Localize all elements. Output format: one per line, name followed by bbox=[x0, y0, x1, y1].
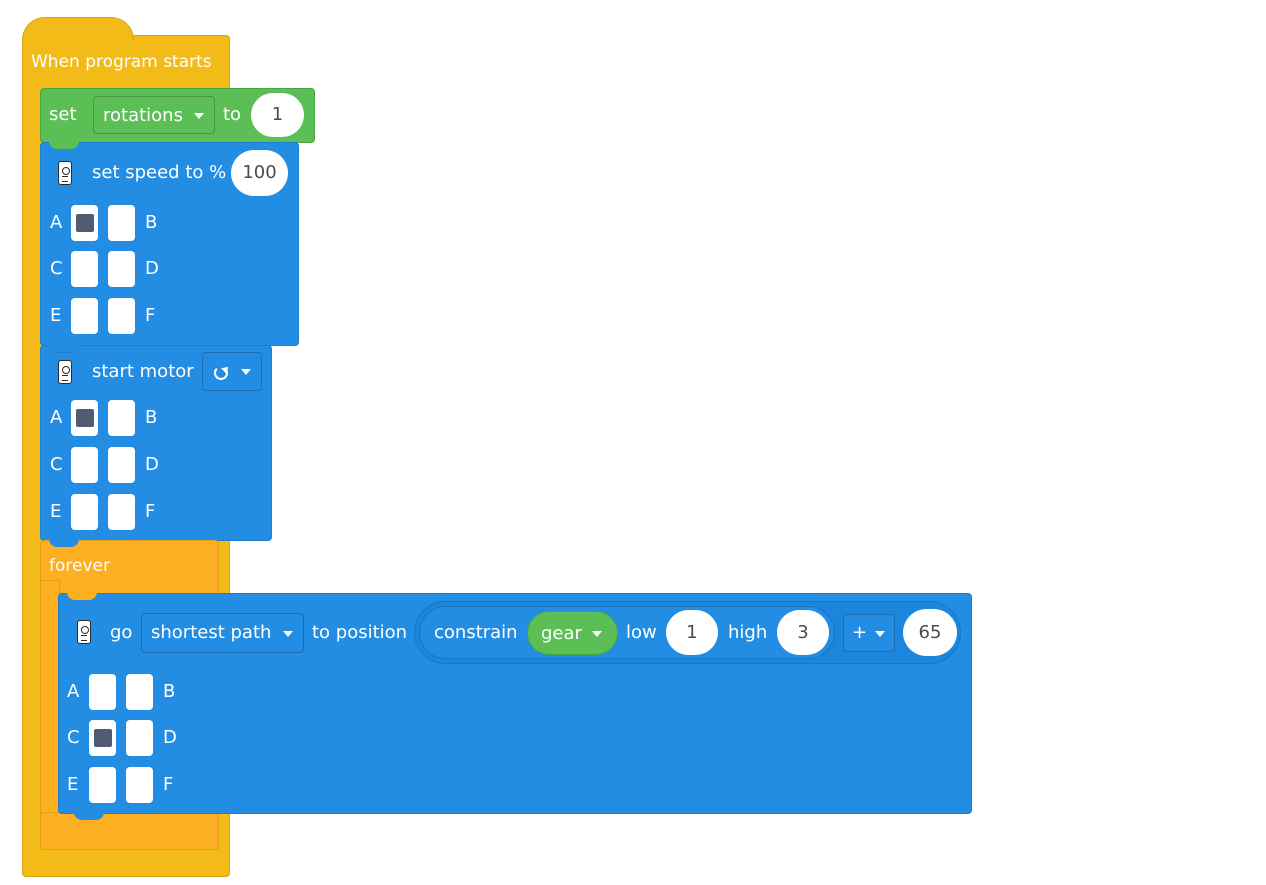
port-f-checkbox[interactable] bbox=[126, 767, 153, 803]
go-label: go bbox=[110, 622, 133, 643]
chevron-down-icon bbox=[241, 369, 251, 375]
port-label-f: F bbox=[145, 305, 156, 326]
motor-hub-icon bbox=[58, 161, 72, 185]
variable-value-input[interactable]: 1 bbox=[251, 93, 304, 137]
port-label-f: F bbox=[145, 501, 156, 522]
chevron-down-icon bbox=[194, 113, 204, 119]
port-d-checkbox[interactable] bbox=[108, 251, 135, 287]
port-label-c: C bbox=[50, 454, 63, 475]
chevron-down-icon bbox=[592, 631, 602, 637]
port-a-checkbox[interactable] bbox=[71, 400, 98, 436]
port-label-b: B bbox=[145, 212, 158, 233]
rotate-clockwise-icon bbox=[214, 366, 228, 380]
low-value-input[interactable]: 1 bbox=[666, 610, 718, 655]
port-label-e: E bbox=[50, 305, 62, 326]
port-label-d: D bbox=[145, 454, 159, 475]
block-notch-bottom bbox=[74, 812, 104, 820]
port-e-checkbox[interactable] bbox=[89, 767, 116, 803]
port-label-a: A bbox=[50, 407, 63, 428]
high-label: high bbox=[728, 622, 768, 643]
port-b-checkbox[interactable] bbox=[108, 205, 135, 241]
port-label-a: A bbox=[50, 212, 63, 233]
event-block-label: When program starts bbox=[31, 52, 212, 72]
port-label-d: D bbox=[163, 727, 177, 748]
motor-hub-icon bbox=[58, 360, 72, 384]
direction-dropdown[interactable] bbox=[202, 352, 262, 391]
port-d-checkbox[interactable] bbox=[126, 720, 153, 756]
path-dropdown-value: shortest path bbox=[151, 622, 272, 643]
port-c-checkbox[interactable] bbox=[89, 720, 116, 756]
path-dropdown[interactable]: shortest path bbox=[141, 613, 304, 653]
port-f-checkbox[interactable] bbox=[108, 494, 135, 530]
speed-value-input[interactable]: 100 bbox=[231, 150, 288, 196]
event-block-cap bbox=[22, 17, 134, 40]
high-value-input[interactable]: 3 bbox=[777, 610, 829, 655]
port-b-checkbox[interactable] bbox=[108, 400, 135, 436]
start-motor-label: start motor bbox=[92, 361, 194, 382]
port-label-b: B bbox=[163, 681, 176, 702]
forever-label: forever bbox=[49, 556, 110, 576]
set-label: set bbox=[49, 104, 77, 125]
port-a-checkbox[interactable] bbox=[89, 674, 116, 710]
block-notch bbox=[49, 141, 79, 149]
chevron-down-icon bbox=[283, 631, 293, 637]
port-b-checkbox[interactable] bbox=[126, 674, 153, 710]
block-notch bbox=[49, 344, 79, 353]
constrain-label: constrain bbox=[434, 622, 518, 643]
port-label-e: E bbox=[50, 501, 62, 522]
block-notch bbox=[67, 592, 97, 600]
low-label: low bbox=[626, 622, 657, 643]
port-e-checkbox[interactable] bbox=[71, 298, 98, 334]
gear-variable-value: gear bbox=[541, 623, 582, 644]
variable-dropdown-value: rotations bbox=[103, 105, 183, 126]
port-label-e: E bbox=[67, 774, 79, 795]
port-label-d: D bbox=[145, 258, 159, 279]
port-label-f: F bbox=[163, 774, 174, 795]
port-e-checkbox[interactable] bbox=[71, 494, 98, 530]
forever-block-bottom bbox=[40, 812, 219, 850]
port-a-checkbox[interactable] bbox=[71, 205, 98, 241]
port-label-c: C bbox=[50, 258, 63, 279]
variable-dropdown[interactable]: rotations bbox=[93, 96, 215, 134]
port-label-b: B bbox=[145, 407, 158, 428]
forever-block-arm bbox=[40, 580, 60, 850]
port-f-checkbox[interactable] bbox=[108, 298, 135, 334]
addend-value-input[interactable]: 65 bbox=[903, 609, 957, 656]
port-label-a: A bbox=[67, 681, 80, 702]
operator-dropdown[interactable]: + bbox=[843, 614, 895, 652]
to-label: to bbox=[223, 104, 242, 125]
chevron-down-icon bbox=[875, 631, 885, 637]
port-c-checkbox[interactable] bbox=[71, 251, 98, 287]
motor-hub-icon bbox=[77, 620, 91, 644]
set-speed-label: set speed to % bbox=[92, 162, 227, 183]
block-notch bbox=[49, 539, 79, 547]
to-position-label: to position bbox=[312, 622, 408, 643]
port-c-checkbox[interactable] bbox=[71, 447, 98, 483]
operator-value: + bbox=[852, 622, 868, 643]
gear-variable-dropdown[interactable]: gear bbox=[527, 611, 618, 655]
port-label-c: C bbox=[67, 727, 80, 748]
port-d-checkbox[interactable] bbox=[108, 447, 135, 483]
